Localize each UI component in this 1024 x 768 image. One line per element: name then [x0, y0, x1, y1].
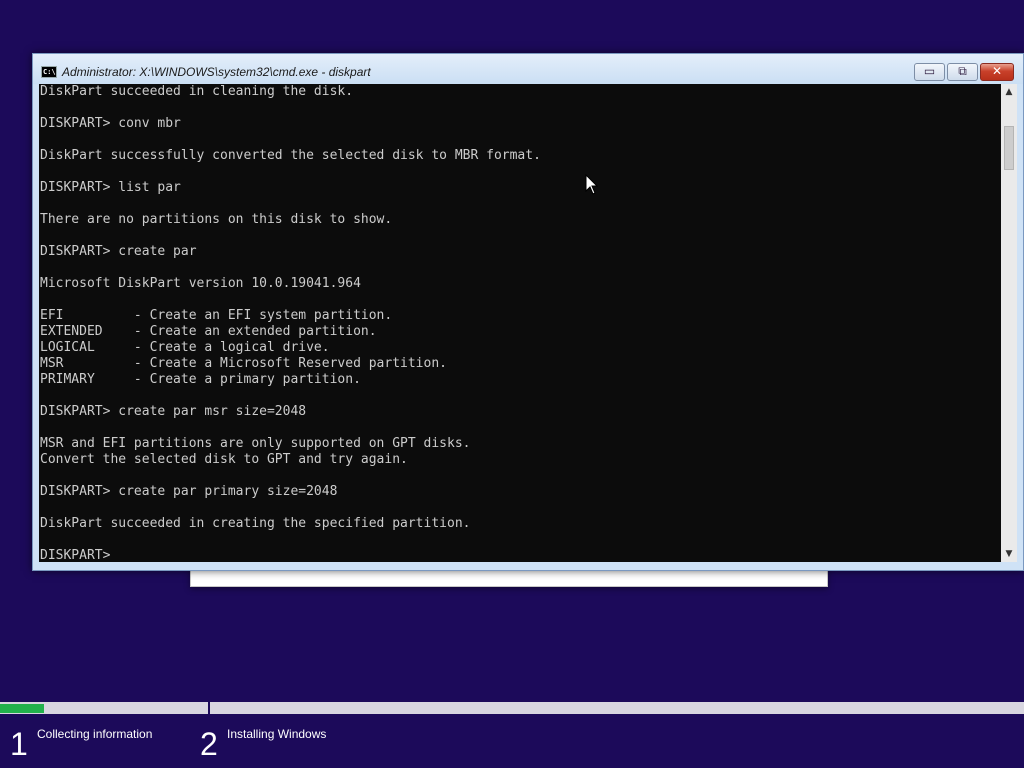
console-line: DiskPart successfully converted the sele… [40, 148, 541, 163]
vertical-scrollbar[interactable]: ▲ ▼ [1001, 84, 1017, 562]
window-title: Administrator: X:\WINDOWS\system32\cmd.e… [62, 65, 371, 79]
console-line: DISKPART> create par primary size=2048 [40, 484, 338, 499]
console-line: Microsoft DiskPart version 10.0.19041.96… [40, 276, 361, 291]
minimize-icon: ▭ [923, 64, 936, 78]
console-line: Convert the selected disk to GPT and try… [40, 452, 408, 467]
console-output[interactable]: DiskPart succeeded in cleaning the disk.… [39, 84, 1001, 562]
console-line: PRIMARY - Create a primary partition. [40, 372, 361, 387]
console-line: DiskPart succeeded in cleaning the disk. [40, 84, 354, 99]
console-line: DISKPART> [40, 548, 111, 562]
restore-button[interactable]: ⧉ [947, 63, 978, 81]
scroll-down-arrow-icon[interactable]: ▼ [1001, 546, 1017, 562]
console-line: DISKPART> create par msr size=2048 [40, 404, 307, 419]
step-label-collecting-information: Collecting information [37, 727, 153, 741]
scroll-up-arrow-icon[interactable]: ▲ [1001, 84, 1017, 100]
console-line: MSR - Create a Microsoft Reserved partit… [40, 356, 447, 371]
mouse-pointer-icon [585, 174, 599, 195]
step-number-1: 1 [10, 726, 28, 762]
setup-progress-bar [0, 702, 1024, 714]
console-line: DiskPart succeeded in creating the speci… [40, 516, 471, 531]
scroll-thumb[interactable] [1004, 126, 1014, 170]
console-line: LOGICAL - Create a logical drive. [40, 340, 330, 355]
window-titlebar[interactable]: C:\ Administrator: X:\WINDOWS\system32\c… [33, 54, 1023, 84]
console-line: EXTENDED - Create an extended partition. [40, 324, 377, 339]
console-lines: DiskPart succeeded in cleaning the disk.… [39, 84, 1001, 562]
console-line: DISKPART> create par [40, 244, 197, 259]
restore-icon: ⧉ [958, 64, 967, 78]
console-line: MSR and EFI partitions are only supporte… [40, 436, 471, 451]
progress-fill-collecting-information [0, 704, 44, 713]
step-number-2: 2 [200, 726, 218, 762]
progress-divider [208, 702, 210, 714]
step-label-installing-windows: Installing Windows [227, 727, 327, 741]
close-icon: ✕ [991, 64, 1003, 78]
minimize-button[interactable]: ▭ [914, 63, 945, 81]
cmd-window[interactable]: C:\ Administrator: X:\WINDOWS\system32\c… [32, 53, 1024, 571]
console-line: There are no partitions on this disk to … [40, 212, 393, 227]
console-line: EFI - Create an EFI system partition. [40, 308, 393, 323]
console-line: DISKPART> list par [40, 180, 181, 195]
cmd-icon: C:\ [41, 66, 57, 78]
close-button[interactable]: ✕ [980, 63, 1014, 81]
console-line: DISKPART> conv mbr [40, 116, 181, 131]
